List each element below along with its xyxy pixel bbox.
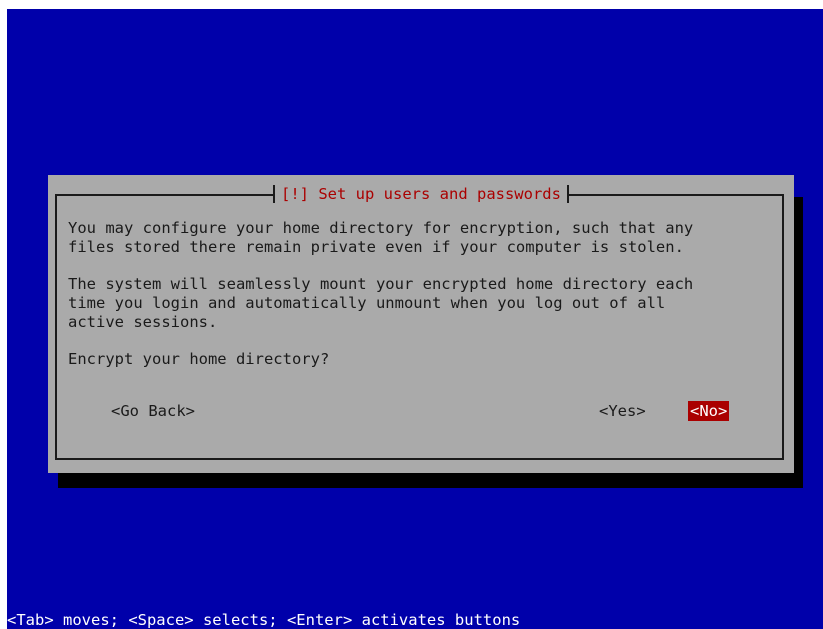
dialog-body: You may configure your home directory fo…	[68, 219, 778, 369]
installer-screen: [!] Set up users and passwords You may c…	[7, 9, 823, 629]
go-back-button[interactable]: <Go Back>	[111, 401, 195, 421]
description-paragraph-2: The system will seamlessly mount your en…	[68, 275, 694, 331]
description-paragraph-1: You may configure your home directory fo…	[68, 219, 694, 256]
dialog: [!] Set up users and passwords You may c…	[48, 175, 794, 473]
dialog-title: [!] Set up users and passwords	[273, 184, 569, 204]
question-text: Encrypt your home directory?	[68, 350, 330, 368]
no-button[interactable]: <No>	[688, 401, 730, 421]
yes-button[interactable]: <Yes>	[599, 401, 646, 421]
status-bar-help: <Tab> moves; <Space> selects; <Enter> ac…	[7, 611, 521, 629]
